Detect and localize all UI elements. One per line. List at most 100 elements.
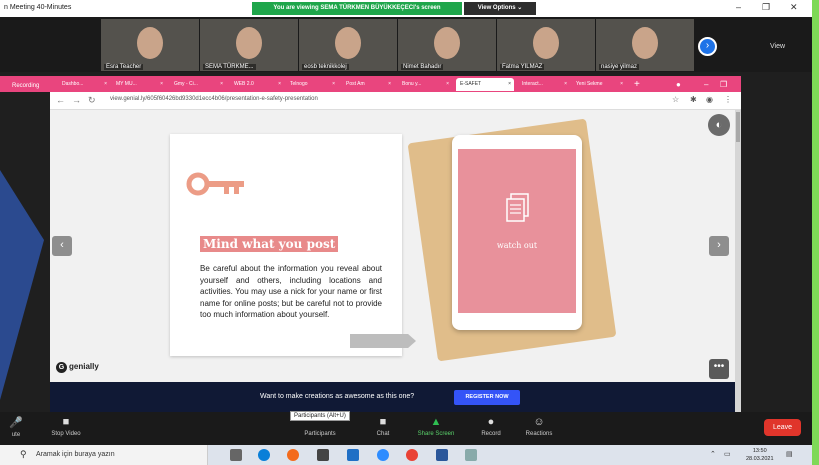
browser-tab[interactable]: Yeni Sekme × <box>572 78 626 91</box>
genially-logo[interactable]: Ggenially <box>56 362 99 373</box>
participants-tooltip: Participants (Alt+U) <box>290 411 350 421</box>
slide-title: Mind what you post <box>200 236 339 252</box>
close-tab-icon[interactable]: × <box>332 78 335 91</box>
video-camera-icon: ■ <box>62 416 70 428</box>
recording-indicator: Recording <box>12 83 40 89</box>
back-icon[interactable]: ← <box>56 95 65 105</box>
more-options-icon[interactable]: ••• <box>709 359 729 379</box>
participant-tile[interactable]: Esra Teacher <box>101 19 199 71</box>
participant-name: Nimet Bahadır <box>401 64 444 70</box>
restore-icon[interactable]: ❐ <box>716 78 730 91</box>
participant-video <box>137 27 163 59</box>
microphone-icon: 🎤 <box>9 417 23 429</box>
browser-tab[interactable]: MY MU... × <box>112 78 166 91</box>
chrome-icon[interactable] <box>406 449 418 461</box>
mute-button[interactable]: 🎤 ute <box>4 416 28 438</box>
share-screen-button[interactable]: ▲ Share Screen <box>412 416 460 437</box>
close-tab-icon[interactable]: × <box>388 78 391 91</box>
close-tab-icon[interactable]: × <box>160 78 163 91</box>
firefox-icon[interactable] <box>287 449 299 461</box>
close-tab-icon[interactable]: × <box>446 78 449 91</box>
avatar-icon[interactable]: ◉ <box>706 95 713 104</box>
notifications-icon[interactable]: ▤ <box>786 450 793 458</box>
background-decoration <box>0 170 44 400</box>
participant-strip: Esra Teacher SEMA TÜRKME... eosb teknikk… <box>0 17 812 72</box>
reactions-button[interactable]: ☺ Reactions <box>520 416 558 437</box>
participant-video <box>236 27 262 59</box>
participant-name: nasiye yilmaz <box>599 64 640 70</box>
maximize-icon[interactable]: ❐ <box>762 2 770 13</box>
task-view-icon[interactable] <box>230 449 242 461</box>
page-scrollbar[interactable] <box>735 110 741 412</box>
network-icon[interactable]: ▭ <box>724 450 731 458</box>
word-icon[interactable] <box>436 449 448 461</box>
window-title: n Meeting 40-Minutes <box>4 4 72 11</box>
browser-tab[interactable]: Interact... × <box>518 78 570 91</box>
taskbar-search[interactable]: ⚲ Aramak için buraya yazın <box>0 445 208 465</box>
participant-tile[interactable]: nasiye yilmaz <box>596 19 694 71</box>
participants-label: Participants <box>304 431 336 437</box>
tray-up-icon[interactable]: ⌃ <box>710 450 716 458</box>
scrollbar-thumb[interactable] <box>736 112 740 142</box>
leave-button[interactable]: Leave <box>764 419 801 436</box>
new-tab-icon[interactable]: + <box>630 78 644 91</box>
tab-label: Yeni Sekme <box>576 81 603 87</box>
chat-button[interactable]: ■ Chat <box>370 416 396 437</box>
reload-icon[interactable]: ↻ <box>88 95 96 106</box>
tab-label: Bonu y... <box>402 81 422 87</box>
paint-icon[interactable] <box>465 449 477 461</box>
tab-label: WEB 2.0 <box>234 81 254 87</box>
close-icon[interactable]: ✕ <box>790 2 798 13</box>
participant-tile[interactable]: Nimet Bahadır <box>398 19 496 71</box>
view-menu[interactable]: View <box>770 43 785 50</box>
close-tab-icon[interactable]: × <box>104 78 107 91</box>
view-options-button[interactable]: View Options ⌄ <box>464 2 536 15</box>
participant-name: Fatma YILMAZ <box>500 64 545 70</box>
browser-tab[interactable]: Telnogo × <box>286 78 338 91</box>
edge-icon[interactable] <box>258 449 270 461</box>
close-tab-icon[interactable]: × <box>278 78 281 91</box>
close-tab-icon[interactable]: × <box>220 78 223 91</box>
participant-tile[interactable]: Fatma YILMAZ <box>497 19 595 71</box>
stop-video-button[interactable]: ■ Stop Video <box>44 416 88 437</box>
search-placeholder: Aramak için buraya yazın <box>36 451 115 458</box>
url-field[interactable]: view.genial.ly/605f60426bd9330d1ecc4b06/… <box>110 96 318 102</box>
forward-icon[interactable]: → <box>72 95 81 105</box>
share-screen-label: Share Screen <box>417 431 455 437</box>
browser-tab[interactable]: WEB 2.0 × <box>230 78 284 91</box>
slide-body-text: Be careful about the information you rev… <box>200 264 382 319</box>
cta-text: Want to make creations as awesome as thi… <box>260 393 415 400</box>
minimize-icon[interactable]: – <box>736 2 741 12</box>
eye-toggle-icon[interactable]: ◐ <box>708 114 730 136</box>
browser-tab[interactable]: Gmy - Ci... × <box>170 78 226 91</box>
minimize-icon[interactable]: – <box>700 78 714 91</box>
chrome-profile-icon[interactable]: ● <box>672 78 686 91</box>
extensions-icon[interactable]: ✱ <box>690 95 697 104</box>
zoom-app-icon[interactable] <box>377 449 389 461</box>
record-button[interactable]: ● Record <box>476 416 506 437</box>
close-tab-icon[interactable]: × <box>508 78 511 91</box>
clock-date: 28.03.2021 <box>746 456 774 462</box>
tab-label: MY MU... <box>116 81 137 87</box>
browser-tab[interactable]: Dashbo... × <box>58 78 110 91</box>
participant-tile[interactable]: SEMA TÜRKME... <box>200 19 298 71</box>
browser-tab-active[interactable]: E-SAFET × <box>456 78 514 91</box>
star-icon[interactable]: ☆ <box>672 95 679 104</box>
participant-tile[interactable]: eosb teknikkolej <box>299 19 397 71</box>
browser-tab[interactable]: Bonu y... × <box>398 78 452 91</box>
browser-tab[interactable]: Post Am × <box>342 78 394 91</box>
register-now-button[interactable]: REGISTER NOW <box>454 390 520 405</box>
previous-slide-button[interactable]: ‹ <box>52 236 72 256</box>
tab-label: Dashbo... <box>62 81 84 87</box>
tablet-illustration: watch out <box>452 135 582 330</box>
close-tab-icon[interactable]: × <box>564 78 567 91</box>
menu-icon[interactable]: ⋮ <box>724 95 732 104</box>
tablet-label[interactable]: watch out <box>458 241 576 250</box>
next-slide-button[interactable]: › <box>709 236 729 256</box>
close-tab-icon[interactable]: × <box>620 78 623 91</box>
mail-icon[interactable] <box>347 449 359 461</box>
next-participants-button[interactable]: › <box>698 37 717 56</box>
store-icon[interactable] <box>317 449 329 461</box>
system-clock[interactable]: 13:50 28.03.2021 <box>746 447 774 463</box>
record-label: Record <box>481 431 501 437</box>
